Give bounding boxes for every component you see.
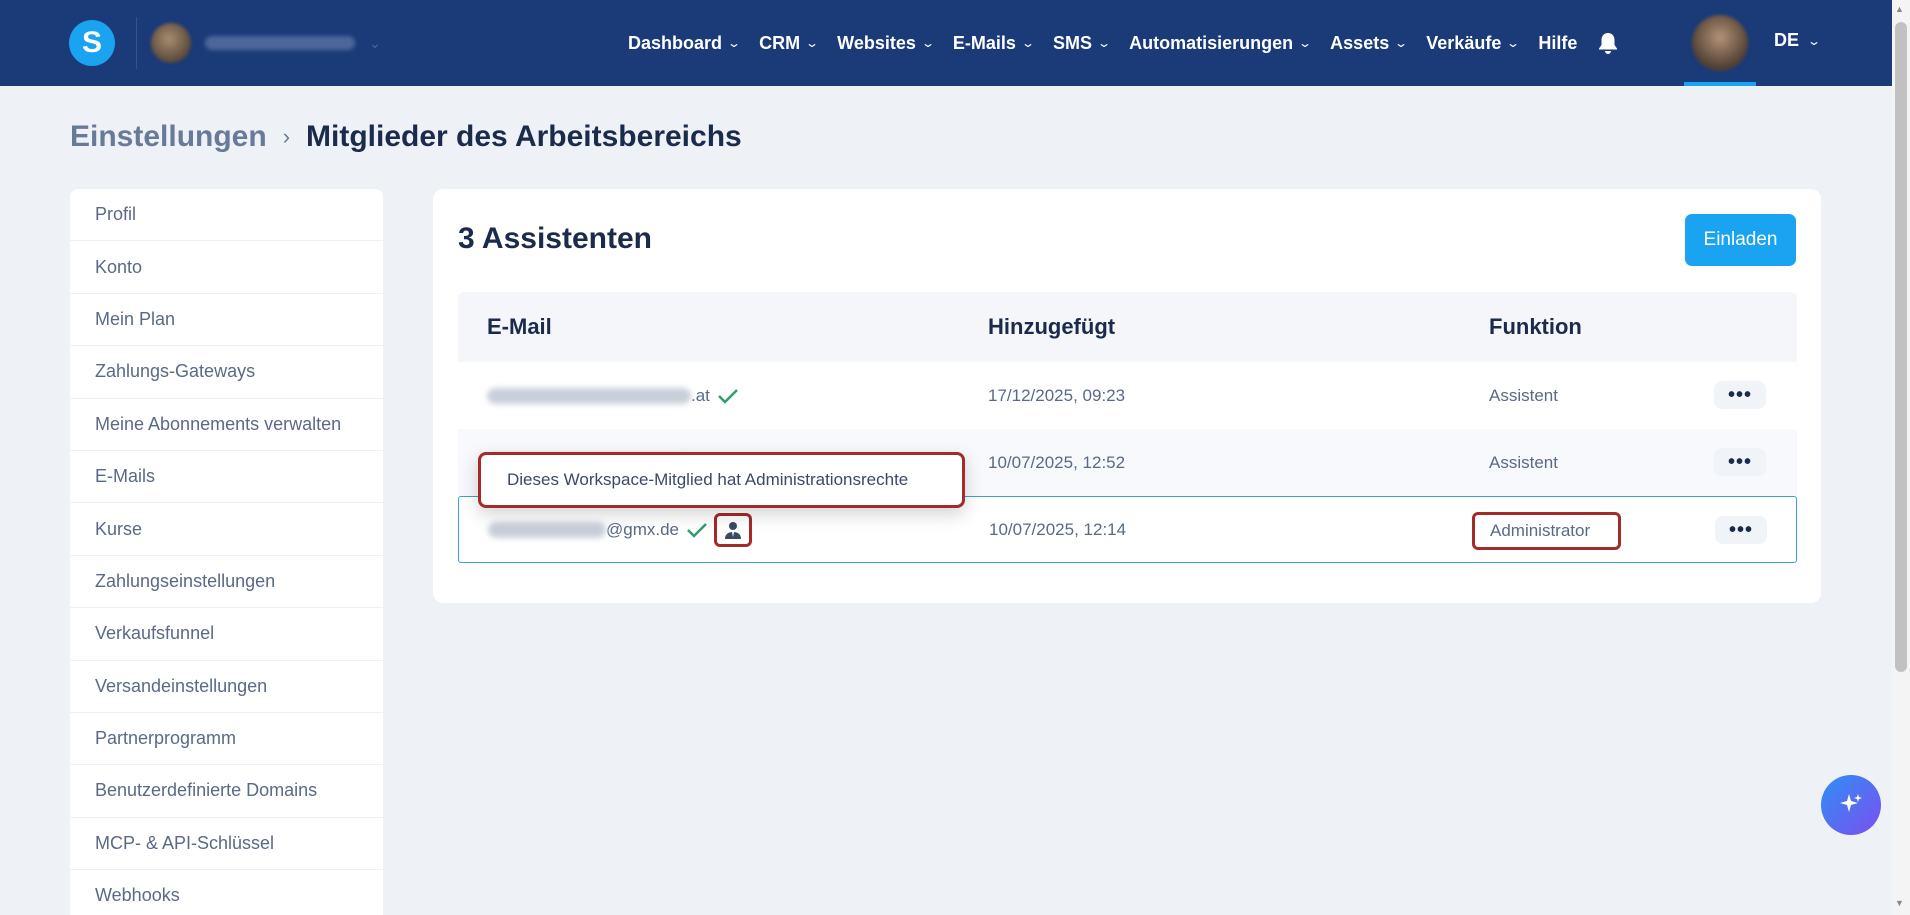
- email-redacted: [487, 387, 691, 404]
- sidebar-item-zahlungs-gateways[interactable]: Zahlungs-Gateways: [70, 346, 383, 399]
- members-table: E-Mail Hinzugefügt Funktion .at 17/12/20…: [458, 292, 1797, 563]
- nav-dashboard[interactable]: Dashboard ⌄: [628, 32, 742, 54]
- app-logo[interactable]: S: [69, 20, 115, 66]
- sidebar-item-zahlungseinstellungen[interactable]: Zahlungseinstellungen: [70, 556, 383, 609]
- sidebar-item-abonnements[interactable]: Meine Abonnements verwalten: [70, 399, 383, 451]
- sidebar-item-kurse[interactable]: Kurse: [70, 503, 383, 556]
- chevron-down-icon: ⌄: [727, 36, 742, 50]
- nav-hilfe[interactable]: Hilfe: [1538, 33, 1577, 54]
- email-redacted: [488, 521, 606, 538]
- more-options-button[interactable]: •••: [1714, 381, 1766, 409]
- chevron-down-icon: ⌄: [1394, 36, 1409, 50]
- nav-label: Verkäufe: [1426, 32, 1502, 53]
- table-header: E-Mail Hinzugefügt Funktion: [458, 292, 1797, 362]
- members-card: 3 Assistenten Einladen E-Mail Hinzugefüg…: [433, 189, 1821, 603]
- scroll-up-arrow-icon[interactable]: ▲: [1895, 4, 1904, 14]
- added-date: 10/07/2025, 12:14: [989, 519, 1127, 539]
- nav-verkaeufe[interactable]: Verkäufe ⌄: [1426, 32, 1521, 54]
- admin-rights-tooltip: Dieses Workspace-Mitglied hat Administra…: [478, 452, 965, 508]
- sidebar-item-partnerprogramm[interactable]: Partnerprogramm: [70, 713, 383, 766]
- added-date: 17/12/2025, 09:23: [988, 385, 1126, 405]
- nav-label: Hilfe: [1538, 32, 1578, 53]
- email-domain: @gmx.de: [606, 519, 680, 539]
- added-date: 10/07/2025, 12:52: [988, 452, 1126, 472]
- more-options-button[interactable]: •••: [1715, 516, 1767, 544]
- role-label-admin: Administrator: [1472, 512, 1621, 550]
- scrollbar-thumb[interactable]: [1895, 22, 1907, 672]
- workspace-name-redacted: [205, 36, 355, 50]
- role-label: Assistent: [1489, 452, 1558, 472]
- active-indicator: [1684, 82, 1756, 86]
- check-icon: [687, 522, 707, 538]
- sidebar-item-emails[interactable]: E-Mails: [70, 451, 383, 504]
- avatar: [1692, 15, 1748, 71]
- nav-label: Websites: [837, 32, 916, 53]
- settings-sidebar: Profil Konto Mein Plan Zahlungs-Gateways…: [70, 189, 383, 915]
- nav-sms[interactable]: SMS ⌄: [1053, 32, 1112, 54]
- chevron-down-icon: ⌄: [1506, 36, 1521, 50]
- table-row: .at 17/12/2025, 09:23 Assistent •••: [458, 362, 1797, 429]
- main-nav: Dashboard ⌄ CRM ⌄ Websites ⌄ E-Mails ⌄ SMS ⌄ …: [628, 0, 1641, 86]
- role-label: Assistent: [1489, 385, 1558, 405]
- bell-icon[interactable]: [1597, 31, 1619, 55]
- ai-assistant-button[interactable]: [1821, 775, 1881, 835]
- nav-automatisierungen[interactable]: Automatisierungen ⌄: [1129, 32, 1313, 54]
- nav-label: Assets: [1330, 32, 1390, 53]
- admin-user-icon[interactable]: [714, 512, 753, 547]
- chevron-down-icon: ⌄: [1097, 36, 1112, 50]
- chevron-down-icon: ⌄: [920, 36, 935, 50]
- page-title: Mitglieder des Arbeitsbereichs: [306, 120, 742, 153]
- nav-label: CRM: [759, 32, 801, 53]
- user-menu[interactable]: [1684, 0, 1756, 86]
- nav-websites[interactable]: Websites ⌄: [837, 32, 935, 54]
- workspace-avatar: [151, 23, 191, 63]
- top-navbar: S ⌄ Dashboard ⌄ CRM ⌄ Websites ⌄ E-Mails ⌄ S…: [0, 0, 1892, 86]
- email-domain: .at: [691, 385, 710, 405]
- sidebar-item-konto[interactable]: Konto: [70, 241, 383, 294]
- header-added: Hinzugefügt: [988, 314, 1116, 339]
- invite-button[interactable]: Einladen: [1685, 214, 1796, 266]
- workspace-switcher[interactable]: ⌄: [136, 17, 436, 69]
- sidebar-item-verkaufsfunnel[interactable]: Verkaufsfunnel: [70, 608, 383, 661]
- chevron-down-icon: ⌄: [1298, 36, 1313, 50]
- members-count-title: 3 Assistenten: [458, 222, 652, 255]
- sidebar-item-versandeinstellungen[interactable]: Versandeinstellungen: [70, 661, 383, 713]
- language-label: DE: [1774, 30, 1800, 50]
- nav-label: Dashboard: [628, 32, 723, 53]
- chevron-down-icon: ⌄: [1807, 33, 1822, 48]
- chevron-down-icon: ⌄: [369, 34, 381, 51]
- header-email: E-Mail: [487, 314, 552, 339]
- breadcrumb: Einstellungen › Mitglieder des Arbeitsbe…: [70, 120, 742, 154]
- nav-label: E-Mails: [952, 32, 1016, 53]
- nav-label: Automatisierungen: [1129, 32, 1294, 53]
- email-cell: @gmx.de: [488, 512, 753, 547]
- sidebar-item-profil[interactable]: Profil: [70, 189, 383, 242]
- chevron-down-icon: ⌄: [1020, 36, 1036, 50]
- check-icon: [718, 388, 738, 404]
- nav-crm[interactable]: CRM ⌄: [759, 32, 820, 54]
- chevron-right-icon: ›: [282, 124, 291, 149]
- nav-emails[interactable]: E-Mails ⌄: [952, 32, 1036, 54]
- header-role: Funktion: [1489, 314, 1582, 339]
- sparkle-icon: [1840, 794, 1862, 812]
- sidebar-item-api-keys[interactable]: MCP- & API-Schlüssel: [70, 818, 383, 871]
- nav-label: SMS: [1053, 32, 1093, 53]
- sidebar-item-domains[interactable]: Benutzerdefinierte Domains: [70, 765, 383, 818]
- breadcrumb-root[interactable]: Einstellungen: [70, 120, 267, 154]
- email-cell: .at: [487, 386, 739, 406]
- chevron-down-icon: ⌄: [805, 36, 820, 50]
- scroll-down-arrow-icon[interactable]: ▼: [1895, 898, 1904, 908]
- sidebar-item-webhooks[interactable]: Webhooks: [70, 870, 383, 915]
- nav-assets[interactable]: Assets ⌄: [1330, 32, 1409, 54]
- more-options-button[interactable]: •••: [1714, 448, 1766, 476]
- sidebar-item-mein-plan[interactable]: Mein Plan: [70, 294, 383, 347]
- language-selector[interactable]: DE ⌄: [1774, 30, 1822, 51]
